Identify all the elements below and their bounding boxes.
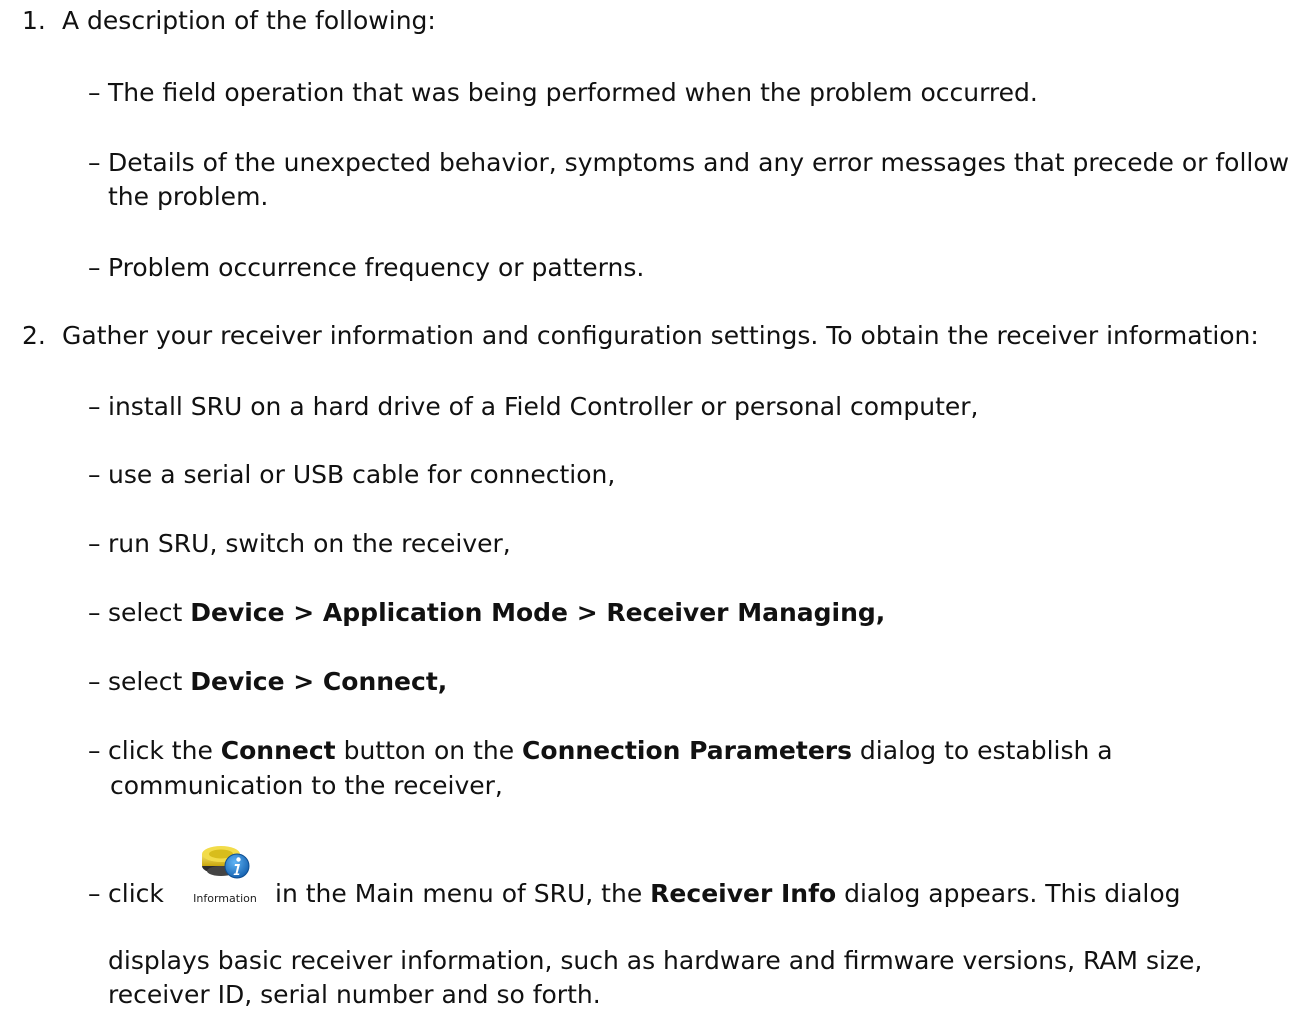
bullet-run-sru: run SRU, switch on the receiver, <box>108 529 511 558</box>
bullet-connect-button: click the Connect button on the Connecti… <box>108 736 1113 766</box>
bullet-connect-button-cont: communication to the receiver, <box>110 771 503 800</box>
bullet-application-mode: select Device > Application Mode > Recei… <box>108 598 885 628</box>
bullet-dash: – <box>88 253 101 282</box>
bullet-unexpected-behavior: Details of the unexpected behavior, symp… <box>108 148 1290 177</box>
text-dialog-establish: dialog to establish a <box>851 736 1113 765</box>
bullet-unexpected-behavior-cont: the problem. <box>108 182 269 211</box>
bullet-dash: – <box>88 736 101 765</box>
bullet-cable: use a serial or USB cable for connection… <box>108 460 616 489</box>
bullet-dash: – <box>88 392 101 421</box>
bullet-dash: – <box>88 78 101 107</box>
bullet-dash: – <box>88 460 101 489</box>
bullet-dash: – <box>88 529 101 558</box>
text-button-on-the: button on the <box>335 736 523 765</box>
bullet-field-operation: The field operation that was being perfo… <box>108 78 1038 107</box>
bullet-receiver-info-cont-1: displays basic receiver information, suc… <box>108 946 1203 975</box>
text-click-the: click the <box>108 736 221 765</box>
receiver-info-term: Receiver Info <box>650 879 837 908</box>
bullet-frequency: Problem occurrence frequency or patterns… <box>108 253 645 282</box>
text-click: click <box>108 879 164 908</box>
menu-path-application-mode: Device > Application Mode > Receiver Man… <box>190 598 886 627</box>
information-icon-label: Information <box>193 892 257 905</box>
connection-parameters-term: Connection Parameters <box>522 736 852 765</box>
bullet-dash: – <box>88 598 101 627</box>
list-item-2-text: Gather your receiver information and con… <box>62 321 1259 350</box>
menu-path-device-connect: Device > Connect, <box>190 667 448 696</box>
text-dialog-appears: dialog appears. This dialog <box>836 879 1181 908</box>
information-icon: Information <box>193 836 257 906</box>
list-number-2: 2. <box>22 321 46 350</box>
text-main-menu: in the Main menu of SRU, the <box>275 879 651 908</box>
bullet-receiver-info-cont-2: receiver ID, serial number and so forth. <box>108 980 601 1009</box>
text-select: select <box>108 667 191 696</box>
bullet-device-connect: select Device > Connect, <box>108 667 447 697</box>
bullet-receiver-info: in the Main menu of SRU, the Receiver In… <box>275 879 1181 909</box>
text-select: select <box>108 598 191 627</box>
connect-term: Connect <box>220 736 336 765</box>
bullet-install-sru: install SRU on a hard drive of a Field C… <box>108 392 979 421</box>
bullet-dash: – <box>88 667 101 696</box>
list-number-1: 1. <box>22 6 46 35</box>
bullet-dash: – <box>88 879 101 908</box>
receiver-info-icon-graphic <box>202 846 250 879</box>
bullet-dash: – <box>88 148 101 177</box>
list-item-1-text: A description of the following: <box>62 6 436 35</box>
